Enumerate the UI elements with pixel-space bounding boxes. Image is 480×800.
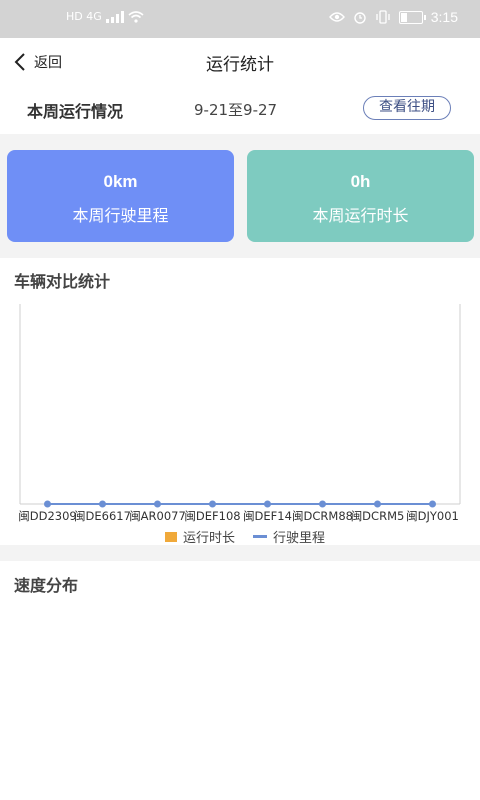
page-title: 运行统计 xyxy=(206,55,274,75)
point-mileage xyxy=(319,500,326,508)
point-mileage xyxy=(429,500,436,508)
status-right: 3:15 xyxy=(328,9,458,25)
legend-runtime-label: 运行时长 xyxy=(183,531,236,546)
x-tick-label: 闽DD2309 xyxy=(18,509,76,523)
point-mileage xyxy=(99,500,106,508)
eye-icon xyxy=(328,12,345,22)
signal-icon xyxy=(105,10,124,23)
x-tick-label: 闽DEF14 xyxy=(243,509,292,523)
x-tick-label: 闽DCRM5 xyxy=(351,509,405,523)
speed-distribution-title: 速度分布 xyxy=(14,576,79,595)
chart-legend: 运行时长 行驶里程 xyxy=(165,527,325,546)
week-summary-row: 本周运行情况 9-21至9-27 查看往期 xyxy=(0,84,480,134)
runtime-value: 0h xyxy=(350,172,371,191)
point-mileage xyxy=(264,500,271,508)
point-mileage xyxy=(154,500,161,508)
mileage-value: 0km xyxy=(103,172,138,191)
x-tick-label: 闽DE6617 xyxy=(74,509,131,523)
status-bar: HD 4G 3:15 xyxy=(0,0,480,38)
x-tick-label: 闽DCRM88 xyxy=(292,509,353,523)
legend-runtime-swatch xyxy=(165,531,177,542)
view-history-button[interactable]: 查看往期 xyxy=(363,96,451,120)
legend-mileage-label: 行驶里程 xyxy=(273,531,326,546)
vehicle-comparison-title: 车辆对比统计 xyxy=(14,272,111,291)
runtime-label: 本周运行时长 xyxy=(312,206,409,225)
x-tick-label: 闽DEF108 xyxy=(184,509,240,523)
section-separator xyxy=(0,545,480,561)
clock: 3:15 xyxy=(430,9,458,25)
vehicle-comparison-chart: 闽DD2309闽DE6617闽AR0077闽DEF108 闽DEF14 闽DCRM8… xyxy=(18,304,461,523)
mileage-card: 0km 本周行驶里程 xyxy=(7,150,234,242)
week-date-range: 9-21至9-27 xyxy=(194,101,278,119)
point-mileage xyxy=(374,500,381,508)
vibrate-icon xyxy=(376,10,390,24)
week-label: 本周运行情况 xyxy=(27,102,124,121)
battery-icon xyxy=(398,10,426,24)
alarm-icon xyxy=(354,12,366,24)
x-tick-label: 闽DJY001 xyxy=(406,509,459,523)
runtime-card: 0h 本周运行时长 xyxy=(247,150,474,242)
x-tick-label: 闽AR0077 xyxy=(129,509,186,523)
legend-mileage-swatch xyxy=(253,535,268,538)
network-indicators: HD 4G xyxy=(66,10,144,23)
wifi-icon xyxy=(128,10,144,23)
app-header: 返回 运行统计 xyxy=(0,38,480,84)
mileage-label: 本周行驶里程 xyxy=(72,206,169,225)
point-mileage xyxy=(209,500,216,508)
point-mileage xyxy=(44,500,51,508)
hd-badge: HD 4G xyxy=(66,10,102,23)
